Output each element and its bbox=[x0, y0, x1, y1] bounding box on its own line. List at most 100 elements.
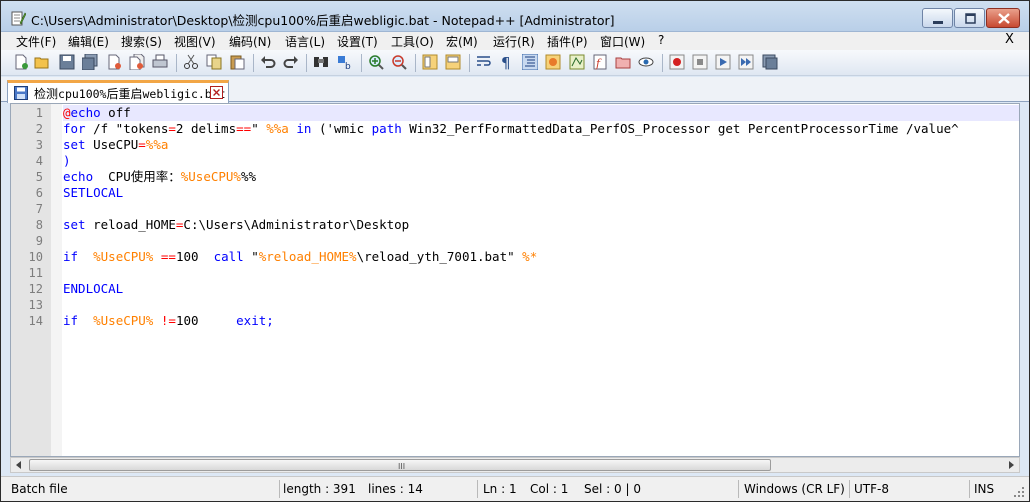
close-file-icon[interactable] bbox=[106, 54, 122, 70]
toolbar: b ¶ f bbox=[1, 50, 1029, 76]
paste-icon[interactable] bbox=[229, 54, 245, 70]
function-list-icon[interactable]: f bbox=[592, 54, 608, 70]
notepad-window: C:\Users\Administrator\Desktop\检测cpu100%… bbox=[0, 0, 1030, 502]
close-all-icon[interactable] bbox=[129, 54, 145, 70]
document-map-icon[interactable] bbox=[569, 54, 585, 70]
saved-file-icon bbox=[14, 86, 28, 100]
menu-edit[interactable]: 编辑(E) bbox=[68, 33, 109, 50]
code-line-10[interactable]: if %UseCPU% ==100 call "%reload_HOME%\re… bbox=[63, 249, 537, 265]
code-line-12[interactable]: ENDLOCAL bbox=[63, 281, 123, 297]
status-file-type: Batch file bbox=[11, 482, 68, 496]
line-number: 2 bbox=[35, 122, 43, 136]
file-tab[interactable]: 检测cpu100%后重启webligic.bat bbox=[7, 80, 229, 103]
find-icon[interactable] bbox=[313, 54, 329, 70]
code-line-14[interactable]: if %UseCPU% !=100 exit; bbox=[63, 313, 274, 329]
record-macro-icon[interactable] bbox=[669, 54, 685, 70]
close-tab-icon[interactable] bbox=[210, 86, 223, 99]
horizontal-scrollbar[interactable]: III bbox=[10, 457, 1020, 473]
menu-tools[interactable]: 工具(O) bbox=[391, 33, 434, 50]
status-encoding[interactable]: UTF-8 bbox=[854, 482, 889, 496]
scroll-left-arrow-icon[interactable] bbox=[11, 458, 27, 472]
run-macro-multiple-icon[interactable] bbox=[738, 54, 754, 70]
code-line-8[interactable]: set reload_HOME=C:\Users\Administrator\D… bbox=[63, 217, 409, 233]
code-editor[interactable]: 1 2 3 4 5 6 7 8 9 10 11 12 13 14 @echo o… bbox=[10, 103, 1020, 457]
scroll-right-arrow-icon[interactable] bbox=[1003, 458, 1019, 472]
status-eol-format[interactable]: Windows (CR LF) bbox=[744, 482, 845, 496]
print-icon[interactable] bbox=[152, 54, 168, 70]
undo-icon[interactable] bbox=[260, 54, 276, 70]
toolbar-separator bbox=[662, 54, 663, 72]
menu-window[interactable]: 窗口(W) bbox=[600, 33, 645, 50]
save-all-icon[interactable] bbox=[82, 54, 98, 70]
code-line-2[interactable]: for /f "tokens=2 delims==" %%a in ('wmic… bbox=[63, 121, 959, 137]
notepad-app-icon bbox=[11, 11, 26, 26]
fold-margin[interactable] bbox=[51, 104, 62, 456]
line-number: 14 bbox=[28, 314, 43, 328]
status-separator bbox=[849, 480, 850, 498]
code-line-5[interactable]: echo CPU使用率：%UseCPU%%% bbox=[63, 169, 256, 185]
scrollbar-thumb[interactable]: III bbox=[29, 459, 771, 471]
line-number: 5 bbox=[35, 170, 43, 184]
status-insert-mode[interactable]: INS bbox=[974, 482, 994, 496]
file-tab-label: 检测cpu100%后重启webligic.bat bbox=[34, 87, 226, 101]
minimize-button[interactable] bbox=[922, 8, 953, 28]
play-macro-icon[interactable] bbox=[715, 54, 731, 70]
toolbar-separator bbox=[469, 54, 470, 72]
code-text-area[interactable]: @echo off for /f "tokens=2 delims==" %%a… bbox=[63, 104, 1019, 456]
maximize-button[interactable] bbox=[954, 8, 985, 28]
word-wrap-icon[interactable] bbox=[476, 54, 492, 70]
line-number: 11 bbox=[28, 266, 43, 280]
sync-horizontal-icon[interactable] bbox=[445, 54, 461, 70]
copy-icon[interactable] bbox=[206, 54, 222, 70]
redo-icon[interactable] bbox=[283, 54, 299, 70]
save-icon[interactable] bbox=[59, 54, 75, 70]
code-line-3[interactable]: set UseCPU=%%a bbox=[63, 137, 168, 153]
menu-file[interactable]: 文件(F) bbox=[16, 33, 56, 50]
line-number: 10 bbox=[28, 250, 43, 264]
user-language-icon[interactable] bbox=[545, 54, 561, 70]
menu-settings[interactable]: 设置(T) bbox=[337, 33, 378, 50]
stop-macro-icon[interactable] bbox=[692, 54, 708, 70]
menu-run[interactable]: 运行(R) bbox=[493, 33, 535, 50]
status-column: Col : 1 bbox=[530, 482, 569, 496]
show-all-characters-icon[interactable]: ¶ bbox=[499, 54, 515, 70]
menu-help[interactable]: ? bbox=[658, 33, 664, 47]
window-title: C:\Users\Administrator\Desktop\检测cpu100%… bbox=[31, 13, 615, 28]
folder-workspace-icon[interactable] bbox=[615, 54, 631, 70]
toolbar-separator bbox=[306, 54, 307, 72]
monitoring-eye-icon[interactable] bbox=[638, 54, 654, 70]
status-selection: Sel : 0 | 0 bbox=[584, 482, 641, 496]
menu-bar: 文件(F) 编辑(E) 搜索(S) 视图(V) 编码(N) 语言(L) 设置(T… bbox=[1, 32, 1029, 50]
status-separator bbox=[738, 480, 739, 498]
minimize-icon bbox=[933, 21, 943, 24]
open-file-icon[interactable] bbox=[34, 54, 50, 70]
menu-search[interactable]: 搜索(S) bbox=[121, 33, 162, 50]
zoom-out-icon[interactable] bbox=[391, 54, 407, 70]
code-line-6[interactable]: SETLOCAL bbox=[63, 185, 123, 201]
close-window-button[interactable] bbox=[986, 8, 1020, 28]
menu-language[interactable]: 语言(L) bbox=[285, 33, 325, 50]
status-separator bbox=[279, 480, 280, 498]
menu-macro[interactable]: 宏(M) bbox=[446, 33, 478, 50]
line-number: 13 bbox=[28, 298, 43, 312]
indent-guide-icon[interactable] bbox=[522, 54, 538, 70]
replace-icon[interactable]: b bbox=[337, 54, 353, 70]
toolbar-separator bbox=[253, 54, 254, 72]
menu-view[interactable]: 视图(V) bbox=[174, 33, 216, 50]
resize-grip-icon[interactable] bbox=[1013, 486, 1025, 498]
cut-icon[interactable] bbox=[183, 54, 199, 70]
line-number: 6 bbox=[35, 186, 43, 200]
code-line-1[interactable]: @echo off bbox=[63, 105, 1019, 121]
close-document-button[interactable]: X bbox=[1005, 32, 1014, 47]
sync-vertical-icon[interactable] bbox=[422, 54, 438, 70]
save-macro-icon[interactable] bbox=[762, 54, 778, 70]
line-number: 3 bbox=[35, 138, 43, 152]
line-number-gutter: 1 2 3 4 5 6 7 8 9 10 11 12 13 14 bbox=[11, 104, 51, 456]
zoom-in-icon[interactable] bbox=[368, 54, 384, 70]
new-file-icon[interactable] bbox=[13, 54, 29, 70]
code-line-4[interactable]: ) bbox=[63, 153, 71, 169]
menu-plugins[interactable]: 插件(P) bbox=[547, 33, 588, 50]
menu-encoding[interactable]: 编码(N) bbox=[229, 33, 271, 50]
toolbar-separator bbox=[361, 54, 362, 72]
title-bar[interactable]: C:\Users\Administrator\Desktop\检测cpu100%… bbox=[1, 1, 1029, 32]
